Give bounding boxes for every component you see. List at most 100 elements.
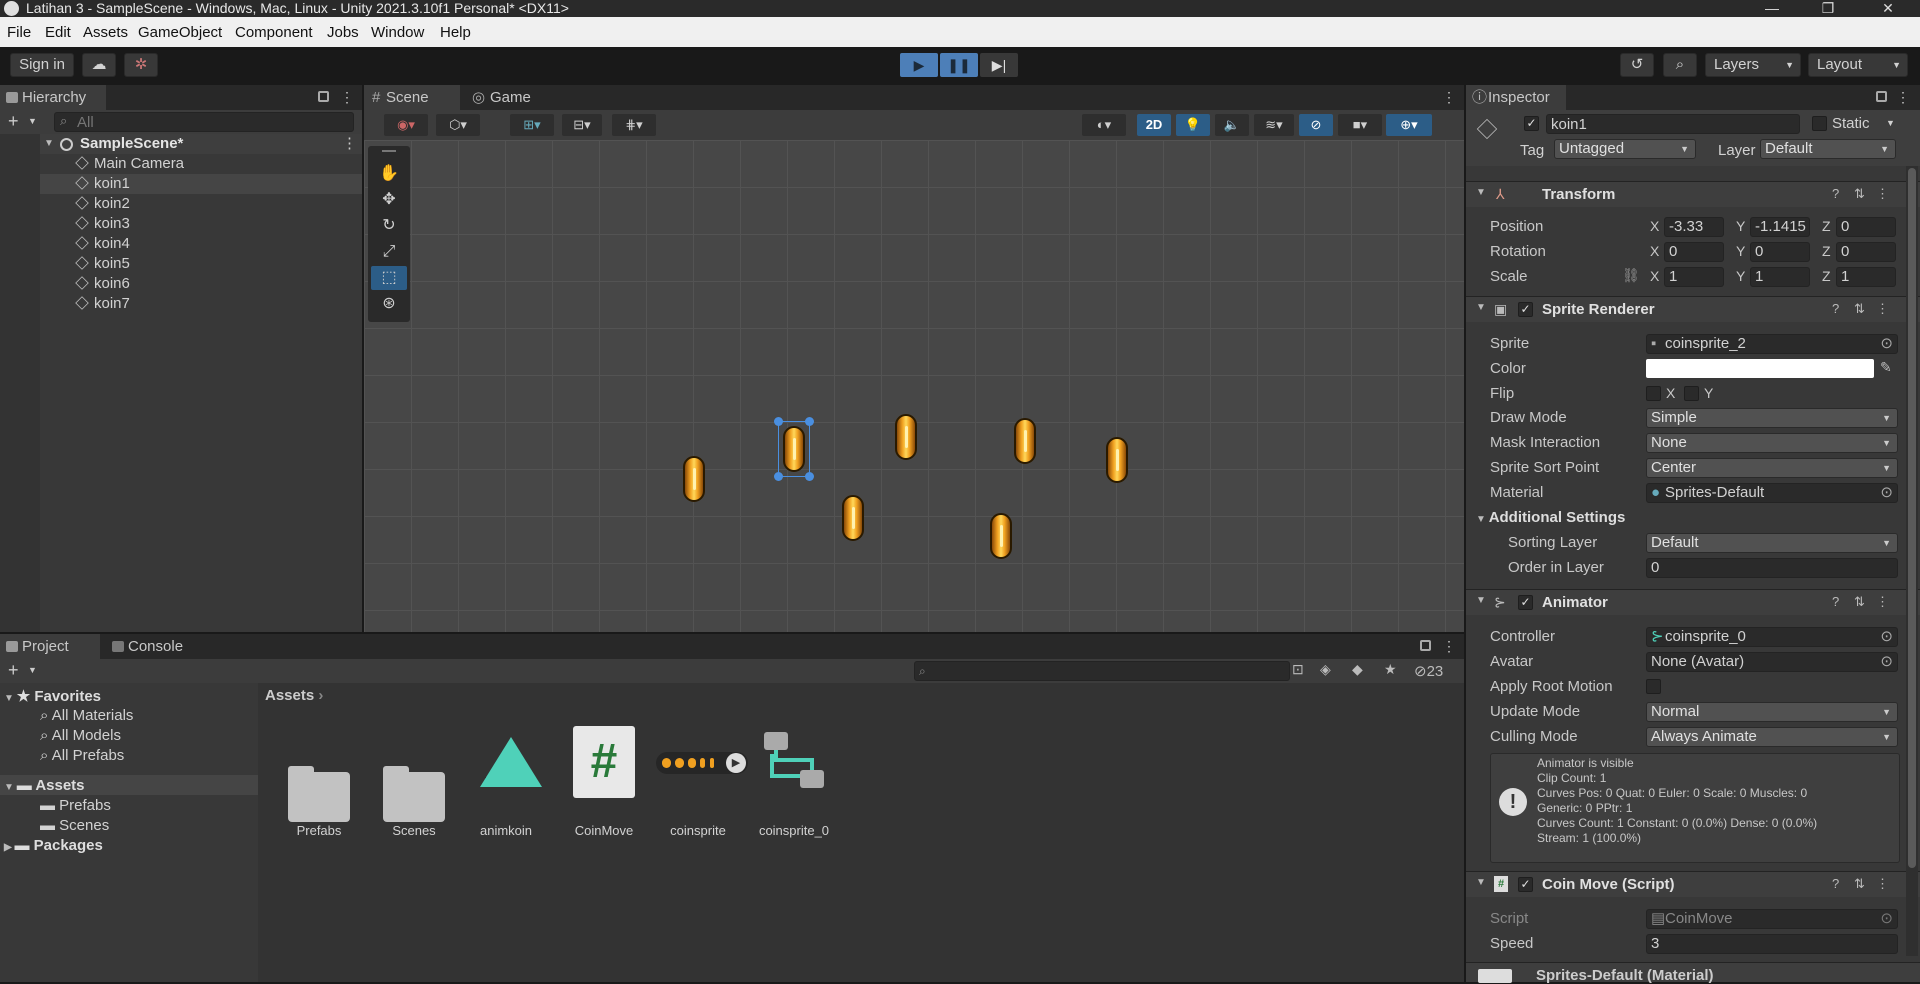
- object-picker-icon[interactable]: ⊙: [1880, 628, 1893, 646]
- visibility-toggle[interactable]: ⊘: [1299, 114, 1333, 136]
- material-footer[interactable]: Sprites-Default (Material): [1466, 962, 1920, 984]
- star-icon[interactable]: ★: [1384, 661, 1397, 678]
- kebab-menu-icon[interactable]: ⋮: [1876, 186, 1889, 202]
- preset-icon[interactable]: ⇅: [1854, 301, 1865, 317]
- favorite-item[interactable]: ⌕ All Materials: [40, 707, 133, 724]
- search-button[interactable]: ⌕: [1663, 53, 1697, 77]
- help-icon[interactable]: ?: [1832, 594, 1839, 609]
- rotation-z-field[interactable]: 0: [1836, 242, 1896, 262]
- kebab-menu-icon[interactable]: ⋮: [340, 89, 354, 105]
- link-icon[interactable]: ⛓: [1622, 267, 1640, 284]
- kebab-menu-icon[interactable]: ⋮: [1876, 301, 1889, 317]
- coin-sprite[interactable]: [1106, 437, 1128, 483]
- menu-window[interactable]: Window: [371, 24, 424, 41]
- coin-sprite[interactable]: [1014, 418, 1036, 464]
- scrollbar-thumb[interactable]: [1908, 168, 1916, 868]
- menu-component[interactable]: Component: [235, 24, 313, 41]
- menu-gameobject[interactable]: GameObject: [138, 24, 222, 41]
- menu-help[interactable]: Help: [440, 24, 471, 41]
- object-name-input[interactable]: [1546, 114, 1800, 134]
- scale-x-field[interactable]: 1: [1664, 267, 1724, 287]
- help-icon[interactable]: ?: [1832, 876, 1839, 891]
- object-picker-icon[interactable]: ⊙: [1880, 484, 1893, 502]
- cloud-button[interactable]: ☁: [82, 53, 116, 77]
- kebab-menu-icon[interactable]: ⋮: [1876, 594, 1889, 610]
- project-search-input[interactable]: ⌕: [914, 661, 1290, 681]
- drag-handle[interactable]: [382, 150, 396, 152]
- filter-type-icon[interactable]: ⊡: [1292, 661, 1304, 678]
- gizmo-pivot-button[interactable]: ⬡▾: [436, 114, 480, 136]
- kebab-menu-icon[interactable]: ⋮: [1442, 89, 1456, 105]
- lighting-toggle[interactable]: 💡: [1176, 114, 1210, 136]
- resize-handle[interactable]: [805, 417, 814, 426]
- resize-handle[interactable]: [774, 417, 783, 426]
- hierarchy-item[interactable]: koin4: [0, 234, 362, 254]
- resize-handle[interactable]: [805, 472, 814, 481]
- favorites-row[interactable]: ▼ ★ Favorites: [4, 687, 101, 705]
- breadcrumb[interactable]: Assets ›: [265, 687, 323, 704]
- gizmos-button[interactable]: ⊕▾: [1386, 114, 1432, 136]
- 2d-toggle[interactable]: 2D: [1137, 114, 1171, 136]
- speed-field[interactable]: 3: [1646, 934, 1898, 954]
- hierarchy-item[interactable]: koin6: [0, 274, 362, 294]
- play-icon[interactable]: ▶: [726, 753, 746, 773]
- tag-dropdown[interactable]: Untagged: [1554, 139, 1696, 159]
- position-z-field[interactable]: 0: [1836, 217, 1896, 237]
- lock-icon[interactable]: [1420, 640, 1431, 651]
- camera-button[interactable]: ■▾: [1338, 114, 1382, 136]
- coin-sprite[interactable]: [895, 414, 917, 460]
- pause-button[interactable]: ❚❚: [940, 53, 978, 77]
- tab-scene[interactable]: # Scene: [364, 85, 460, 110]
- kebab-menu-icon[interactable]: ⋮: [1442, 638, 1456, 654]
- eyedropper-icon[interactable]: ✎: [1880, 359, 1892, 376]
- position-y-field[interactable]: -1.1415: [1750, 217, 1810, 237]
- hierarchy-item[interactable]: koin3: [0, 214, 362, 234]
- material-field[interactable]: ● Sprites-Default ⊙: [1646, 483, 1898, 503]
- draw-mode-dropdown[interactable]: Simple: [1646, 408, 1898, 428]
- object-picker-icon[interactable]: ⊙: [1880, 335, 1893, 353]
- inspector-scrollbar[interactable]: [1906, 166, 1918, 956]
- coin-sprite[interactable]: [842, 495, 864, 541]
- shading-button[interactable]: ◐▾: [1082, 114, 1126, 136]
- rotation-y-field[interactable]: 0: [1750, 242, 1810, 262]
- kebab-menu-icon[interactable]: ⋮: [1876, 876, 1889, 892]
- scene-row[interactable]: ▼ SampleScene* ⋮: [0, 134, 362, 154]
- scale-z-field[interactable]: 1: [1836, 267, 1896, 287]
- chevron-down-icon[interactable]: ▼: [28, 116, 37, 126]
- transform-tool[interactable]: ⊛: [371, 292, 407, 316]
- increment-snap-button[interactable]: ⋕▾: [612, 114, 656, 136]
- selection-rect[interactable]: [774, 417, 814, 481]
- update-mode-dropdown[interactable]: Normal: [1646, 702, 1898, 722]
- layout-dropdown[interactable]: Layout ▼: [1808, 53, 1908, 77]
- culling-mode-dropdown[interactable]: Always Animate: [1646, 727, 1898, 747]
- assets-folder-row[interactable]: ▼ ▬ Assets: [0, 775, 258, 795]
- favorite-item[interactable]: ⌕ All Models: [40, 727, 121, 744]
- sorting-layer-dropdown[interactable]: Default: [1646, 533, 1898, 553]
- flip-x-checkbox[interactable]: [1646, 386, 1661, 401]
- hierarchy-item[interactable]: Main Camera: [0, 154, 362, 174]
- hierarchy-item[interactable]: koin5: [0, 254, 362, 274]
- menu-jobs[interactable]: Jobs: [327, 24, 359, 41]
- audio-toggle[interactable]: 🔈: [1215, 114, 1249, 136]
- packages-row[interactable]: ▶ ▬ Packages: [4, 837, 103, 854]
- controller-field[interactable]: ⊱ coinsprite_0 ⊙: [1646, 627, 1898, 647]
- effects-button[interactable]: ≋▾: [1254, 114, 1294, 136]
- resize-handle[interactable]: [774, 472, 783, 481]
- minimize-button[interactable]: —: [1752, 0, 1792, 17]
- mask-interaction-dropdown[interactable]: None: [1646, 433, 1898, 453]
- maximize-button[interactable]: ❐: [1808, 0, 1848, 17]
- menu-file[interactable]: File: [7, 24, 31, 41]
- history-button[interactable]: ↺: [1620, 53, 1654, 77]
- coin-move-header[interactable]: ▼ # ✓ Coin Move (Script) ? ⇅ ⋮: [1466, 871, 1920, 897]
- scale-tool[interactable]: ⤢: [371, 240, 407, 264]
- rotate-tool[interactable]: ↻: [371, 214, 407, 238]
- folder-item[interactable]: ▬ Scenes: [40, 817, 109, 834]
- add-icon[interactable]: +: [8, 660, 19, 681]
- tab-project[interactable]: Project: [0, 634, 100, 659]
- order-in-layer-field[interactable]: 0: [1646, 558, 1898, 578]
- hand-tool[interactable]: ✋: [371, 162, 407, 186]
- hierarchy-item[interactable]: koin7: [0, 294, 362, 314]
- hidden-packages-toggle[interactable]: ⊘23: [1414, 662, 1443, 680]
- lock-icon[interactable]: [1876, 91, 1887, 102]
- scene-canvas[interactable]: ✋ ✥ ↻ ⤢ ⬚ ⊛: [364, 140, 1464, 632]
